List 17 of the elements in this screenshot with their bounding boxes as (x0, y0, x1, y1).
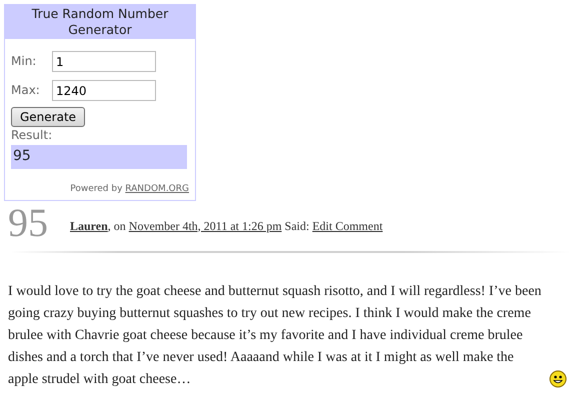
generate-button[interactable]: Generate (11, 107, 86, 127)
max-label: Max: (11, 83, 41, 98)
max-field[interactable]: 1240 (52, 80, 156, 101)
smiley-icon (549, 370, 567, 388)
min-label: Min: (11, 54, 38, 69)
edit-comment-link[interactable]: Edit Comment (312, 218, 383, 232)
widget-title: True Random Number Generator (5, 5, 195, 39)
powered-by-text: Powered by RANDOM.ORG (69, 183, 189, 196)
comment-text: I would love to try the goat cheese and butternut squash risotto, and I will regardless! I’ve been going crazy buying butternut squashes to try out new recipes. I think I would make the creme brulee with Chavrie goat cheese because it’s my favorite and I have individual creme brulee dishes and a torch that I’ve never used! Aaaaand while I was at it I might as well make the apple strudel with goat cheese… (8, 282, 542, 388)
author-link[interactable]: Lauren (70, 218, 108, 232)
min-field[interactable]: 1 (52, 51, 156, 72)
date-link[interactable]: November 4th, 2011 at 1:26 pm (128, 218, 282, 232)
result-label: Result: (11, 128, 54, 143)
random-org-link[interactable]: RANDOM.ORG (125, 184, 189, 194)
comment-number: 95 (8, 202, 49, 242)
comment-meta: Lauren, on November 4th, 2011 at 1:26 pm Said: Edit Comment (70, 218, 383, 234)
result-value: 95 (11, 145, 187, 169)
